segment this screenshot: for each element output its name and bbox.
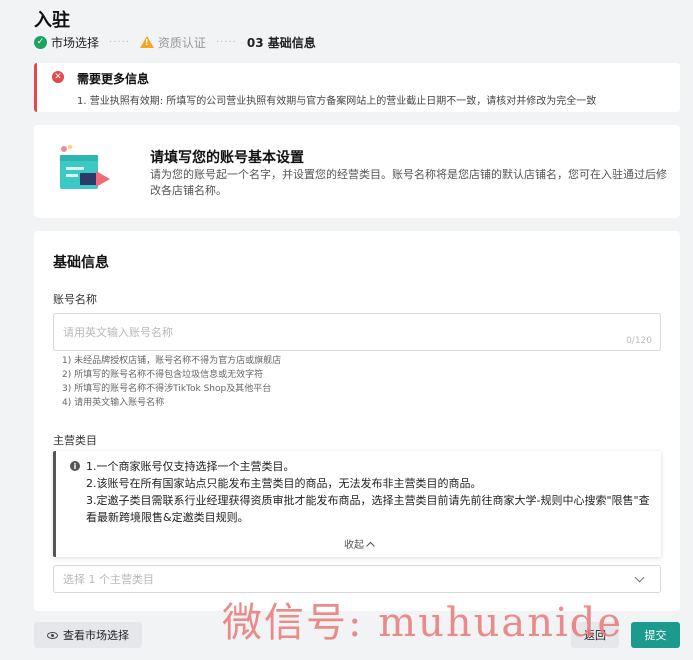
section-title: 基础信息 (53, 255, 109, 271)
page-title: 入驻 (34, 10, 70, 31)
progress-steps: ✓ 市场选择 ····· ! 资质认证 ····· 03 基础信息 (34, 34, 316, 50)
account-name-hints: 1) 未经品牌授权店铺，账号名称不得为官方店或旗舰店 2) 所填写的账号名称不得… (62, 354, 281, 410)
eye-icon (47, 631, 58, 639)
step-label: 市场选择 (51, 35, 100, 50)
hint-item: 1) 未经品牌授权店铺，账号名称不得为官方店或旗舰店 (62, 356, 282, 366)
char-counter: 0/120 (626, 336, 652, 346)
chevron-up-icon (365, 541, 375, 550)
intro-card: 请填写您的账号基本设置 请为您的账号起一个名字，并设置您的经营类目。账号名称将是… (34, 125, 680, 218)
main-category-select[interactable]: 选择 1 个主营类目 (53, 565, 661, 593)
view-market-selection-button[interactable]: 查看市场选择 (34, 622, 142, 648)
select-placeholder: 选择 1 个主营类目 (63, 573, 154, 586)
step-qualification[interactable]: ! 资质认证 (139, 34, 206, 51)
intro-description: 请为您的账号起一个名字，并设置您的经营类目。账号名称将是您店铺的默认店铺名，您可… (150, 168, 667, 197)
notice-list: 1.一个商家账号仅支持选择一个主营类目。 2.该账号在所有国家站点只能发布主营类… (86, 458, 656, 526)
view-market-label: 查看市场选择 (63, 629, 129, 642)
notice-item: 2.该账号在所有国家站点只能发布主营类目的商品，无法发布非主营类目的商品。 (86, 477, 482, 490)
store-box-illustration-icon (60, 145, 110, 189)
account-name-input[interactable] (54, 314, 594, 350)
notice-item: 3.定邀子类目需联系行业经理获得资质审批才能发布商品，选择主营类目前请先前往商家… (86, 494, 650, 524)
basic-info-form: 基础信息 账号名称 0/120 1) 未经品牌授权店铺，账号名称不得为官方店或旗… (34, 231, 680, 611)
step-label: 03 基础信息 (246, 35, 316, 50)
step-separator: ····· (109, 36, 130, 48)
account-name-label: 账号名称 (53, 293, 97, 306)
hint-item: 4) 请用英文输入账号名称 (62, 398, 165, 408)
step-label: 资质认证 (157, 35, 206, 50)
step-basic-info: 03 基础信息 (247, 34, 316, 51)
error-circle-icon: ✕ (52, 71, 64, 83)
notice-item: 1.一个商家账号仅支持选择一个主营类目。 (86, 460, 295, 473)
error-alert: ✕ 需要更多信息 1. 营业执照有效期: 所填写的公司营业执照有效期与官方备案网… (34, 63, 680, 112)
chevron-down-icon (634, 572, 645, 583)
main-category-label: 主营类目 (53, 434, 97, 447)
info-circle-icon: i (70, 461, 80, 471)
alert-title: 需要更多信息 (77, 72, 150, 86)
back-button[interactable]: 返回 (571, 622, 619, 648)
account-name-field: 0/120 (53, 313, 661, 351)
hint-item: 3) 所填写的账号名称不得涉TikTok Shop及其他平台 (62, 384, 272, 394)
intro-title: 请填写您的账号基本设置 (150, 150, 304, 166)
collapse-label: 收起 (344, 540, 364, 551)
step-market-selection[interactable]: ✓ 市场选择 (34, 34, 99, 51)
category-notice: i 1.一个商家账号仅支持选择一个主营类目。 2.该账号在所有国家站点只能发布主… (53, 451, 661, 557)
check-circle-icon: ✓ (34, 35, 47, 49)
alert-text: 1. 营业执照有效期: 所填写的公司营业执照有效期与官方备案网站上的营业截止日期… (77, 96, 597, 107)
collapse-button[interactable]: 收起 (344, 536, 375, 551)
step-separator: ····· (215, 36, 237, 48)
warning-icon: ! (139, 36, 154, 48)
hint-item: 2) 所填写的账号名称不得包含垃圾信息或无效字符 (62, 370, 264, 380)
submit-button[interactable]: 提交 (631, 622, 680, 648)
